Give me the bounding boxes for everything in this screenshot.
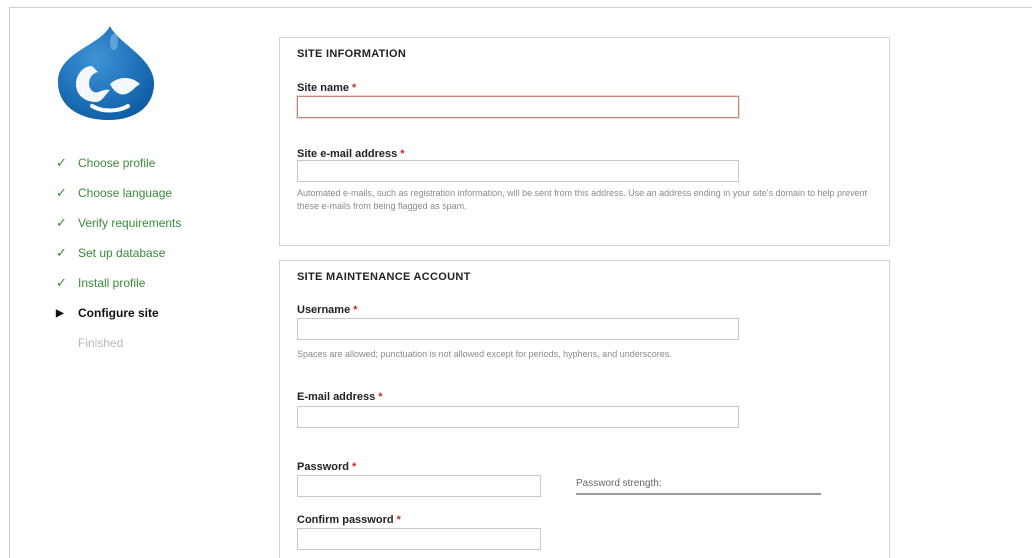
step-finished: Finished xyxy=(56,328,181,358)
site-email-description: Automated e-mails, such as registration … xyxy=(297,188,868,211)
password-label: Password * xyxy=(297,461,357,473)
username-input[interactable] xyxy=(297,318,739,340)
drupal-logo xyxy=(58,26,155,120)
step-install-profile: ✓ Install profile xyxy=(56,268,181,298)
check-icon: ✓ xyxy=(56,275,67,290)
check-icon: ✓ xyxy=(56,245,67,260)
step-choose-profile: ✓ Choose profile xyxy=(56,148,181,178)
step-verify-requirements: ✓ Verify requirements xyxy=(56,208,181,238)
step-label: Choose language xyxy=(78,186,173,200)
step-label: Configure site xyxy=(78,306,159,320)
password-input[interactable] xyxy=(297,475,541,497)
confirm-password-input[interactable] xyxy=(297,528,541,550)
site-maintenance-account-fieldset: SITE MAINTENANCE ACCOUNT Username * Space… xyxy=(279,260,890,558)
step-configure-site: ▶ Configure site xyxy=(56,298,181,328)
install-steps: ✓ Choose profile ✓ Choose language ✓ Ver… xyxy=(56,148,181,358)
step-choose-language: ✓ Choose language xyxy=(56,178,181,208)
email-address-label: E-mail address * xyxy=(297,391,383,403)
required-marker: * xyxy=(351,461,357,473)
confirm-password-label: Confirm password * xyxy=(297,514,401,526)
site-email-label: Site e-mail address * xyxy=(297,148,405,160)
step-label: Choose profile xyxy=(78,156,156,170)
check-icon: ✓ xyxy=(56,185,67,200)
site-name-input[interactable] xyxy=(297,96,739,118)
email-address-input[interactable] xyxy=(297,406,739,428)
required-marker: * xyxy=(396,514,401,526)
site-name-label: Site name * xyxy=(297,82,357,94)
username-description: Spaces are allowed; punctuation is not a… xyxy=(297,349,672,359)
username-label: Username * xyxy=(297,304,358,316)
step-label: Set up database xyxy=(78,246,166,260)
fieldset-legend: SITE INFORMATION xyxy=(297,48,407,60)
fieldset-legend: SITE MAINTENANCE ACCOUNT xyxy=(297,271,471,283)
site-information-fieldset: SITE INFORMATION Site name * Site e-mail … xyxy=(279,37,890,246)
required-marker: * xyxy=(353,304,358,316)
required-marker: * xyxy=(351,82,357,94)
step-label: Install profile xyxy=(78,276,146,290)
check-icon: ✓ xyxy=(56,215,67,230)
step-label: Finished xyxy=(78,336,124,350)
check-icon: ✓ xyxy=(56,155,67,170)
triangle-right-icon: ▶ xyxy=(56,307,64,319)
step-set-up-database: ✓ Set up database xyxy=(56,238,181,268)
required-marker: * xyxy=(378,391,383,403)
site-email-input[interactable] xyxy=(297,160,739,182)
password-strength-indicator: Password strength: xyxy=(576,478,821,495)
step-label: Verify requirements xyxy=(78,216,182,230)
required-marker: * xyxy=(400,148,405,160)
